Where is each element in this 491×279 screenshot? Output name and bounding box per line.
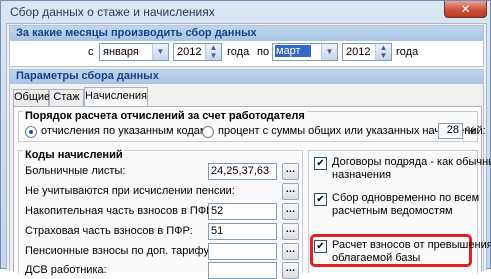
chevron-down-icon[interactable]: ▼ [321,44,337,60]
months-header: За какие месяцы производить сбор данных [10,26,483,41]
radio-percent-button[interactable] [202,126,214,138]
codes-title: Коды начислений [23,149,125,161]
from-month-select[interactable]: января ▼ [99,43,169,61]
options-group: ✔ Договоры подряда - как обычные назначе… [308,150,491,273]
tab-experience[interactable]: Стаж [49,89,84,106]
option-contracts-label-1: Договоры подряда - как обычные [332,156,491,168]
option-excess-base-label-2: облагаемой базы [332,252,421,264]
radio-codes-button[interactable] [25,126,37,138]
to-year-spinner[interactable]: 2012 ▲ ▼ [342,43,392,61]
more-button-sick[interactable]: … [282,163,299,180]
params-group: Параметры сбора данных Общие Стаж Начисл… [9,69,491,279]
to-month-select[interactable]: март ▼ [272,43,338,61]
year-label-2: года [396,46,419,58]
more-button-additional[interactable]: … [282,243,299,260]
more-button-insurance[interactable]: … [282,223,299,240]
order-group: Порядок расчета отчислений за счет работ… [18,110,486,142]
to-label: по [257,46,270,58]
params-header: Параметры сбора данных [10,70,483,84]
option-all-sheets-label-2: расчетным ведомостям [332,205,453,217]
option-excess-base-checkbox[interactable]: ✔ [314,240,327,253]
params-header-label: Параметры сбора данных [16,70,159,82]
window-title: Сбор данных о стаже и начислениях [10,5,215,19]
year-label-1: года [227,46,250,58]
to-month-value: март [275,45,311,57]
close-icon: ✕ [460,2,471,16]
option-all-sheets[interactable]: ✔ Сбор одновременно по всем расчетным ве… [314,192,479,222]
option-contracts[interactable]: ✔ Договоры подряда - как обычные назначе… [314,156,491,186]
option-all-sheets-label-1: Сбор одновременно по всем [332,192,480,204]
percent-sign: % [466,125,476,137]
radio-codes-label: отчисления по указанным кодам [41,125,208,137]
months-group: За какие месяцы производить сбор данных … [9,25,484,67]
to-year-value: 2012 [346,46,371,58]
more-button-dsv[interactable]: … [282,262,299,279]
code-input-funded[interactable]: 52 [208,203,277,220]
code-label-dsv: ДСВ работника: [25,264,107,276]
code-input-additional[interactable] [208,243,277,260]
spin-arrows-icon[interactable]: ▲ ▼ [375,44,391,60]
tab-general[interactable]: Общие [13,89,50,106]
code-label-sick: Больничные листы: [25,165,126,177]
from-year-spinner[interactable]: 2012 ▲ ▼ [173,43,222,61]
code-label-nopension: Не учитываются при исчислении пенсии: [25,185,235,197]
checkmark-icon: ✔ [316,241,325,252]
checkmark-icon: ✔ [316,194,325,205]
title-bar[interactable]: Сбор данных о стаже и начислениях [2,2,491,22]
percent-input[interactable]: 28 [438,123,463,139]
option-all-sheets-checkbox[interactable]: ✔ [314,193,327,206]
from-label: с [88,46,94,58]
tab-panel: Порядок расчета отчислений за счет работ… [13,106,491,279]
spin-arrows-icon[interactable]: ▲ ▼ [205,44,221,60]
code-input-dsv[interactable] [208,262,277,279]
dialog-window: Сбор данных о стаже и начислениях ✕ За к… [0,0,491,279]
more-button-nopension[interactable]: … [282,183,299,200]
from-month-value: января [103,46,139,58]
dialog-client: За какие месяцы производить сбор данных … [6,23,491,279]
code-label-funded: Накопительная часть взносов в ПФР: [25,205,217,217]
option-contracts-checkbox[interactable]: ✔ [314,157,327,170]
checkmark-icon: ✔ [316,158,325,169]
code-input-sick[interactable]: 24,25,37,63 [208,163,277,180]
codes-group: Коды начислений Больничные листы: 24,25,… [18,149,303,279]
tab-accruals[interactable]: Начисления [84,87,148,107]
option-contracts-label-2: назначения [332,169,392,181]
from-year-value: 2012 [177,46,202,58]
more-button-funded[interactable]: … [282,203,299,220]
close-button[interactable]: ✕ [444,1,487,18]
months-header-label: За какие месяцы производить сбор данных [16,27,257,39]
code-label-insurance: Страховая часть взносов в ПФР: [25,225,193,237]
option-excess-base-label-1: Расчет взносов от превышения [332,239,491,251]
chevron-down-icon[interactable]: ▼ [152,44,168,60]
code-label-additional: Пенсионные взносы по доп. тарифу: [25,245,213,257]
option-excess-base[interactable]: ✔ Расчет взносов от превышения облагаемо… [314,239,491,267]
code-input-insurance[interactable]: 51 [208,223,277,240]
order-title: Порядок расчета отчислений за счет работ… [23,110,307,122]
